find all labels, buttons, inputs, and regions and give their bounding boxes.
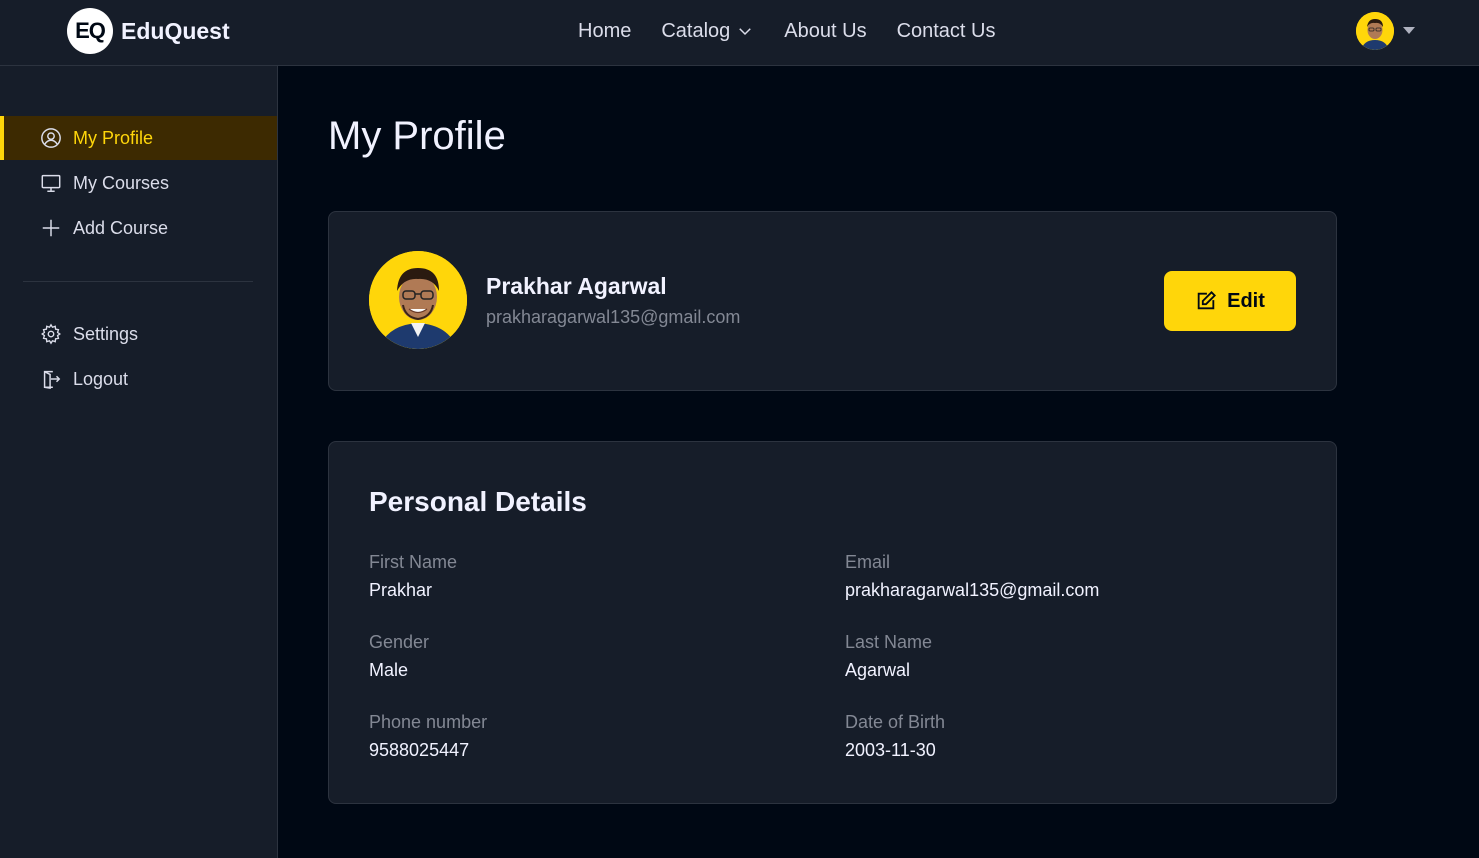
brand-name: EduQuest [121,17,230,44]
personal-details-card: Personal Details First Name Prakhar Emai… [328,441,1337,804]
field-value: 2003-11-30 [845,740,936,760]
sidebar-item-label: Logout [73,368,129,389]
nav-catalog-link[interactable]: Catalog [661,20,754,43]
user-circle-icon [39,126,63,150]
logo-mark: EQ [67,8,113,54]
sidebar-item-label: My Profile [73,127,154,148]
edit-icon [1197,290,1217,310]
gender-field: Gender Male [369,632,429,681]
user-avatar[interactable] [1356,12,1394,50]
plus-icon [39,216,63,240]
profile-email: prakharagarwal135@gmail.com [486,307,741,327]
field-value: prakharagarwal135@gmail.com [845,580,1100,600]
field-value: Male [369,660,409,680]
gear-icon [39,322,63,346]
personal-details-title: Personal Details [369,486,587,517]
brand-logo[interactable]: EQ EduQuest [67,8,230,54]
sidebar-item-settings[interactable]: Settings [0,312,277,356]
avatar-image [369,251,467,349]
sidebar-item-my-courses[interactable]: My Courses [0,161,277,205]
profile-card: Prakhar Agarwal prakharagarwal135@gmail.… [328,211,1337,391]
field-value: Agarwal [845,660,911,680]
avatar-image [1356,12,1394,50]
profile-avatar [369,251,467,349]
sidebar-item-add-course[interactable]: Add Course [0,206,277,250]
monitor-icon [39,171,63,195]
field-label: Date of Birth [845,712,946,732]
main-nav: Home Catalog About Us Contact Us [578,17,996,45]
field-label: Email [845,552,891,572]
sidebar-item-label: My Courses [73,172,170,193]
sidebar-item-logout[interactable]: Logout [0,357,277,401]
chevron-down-icon [739,28,752,36]
sidebar: My Profile My Courses Add Course Setting… [0,66,278,858]
sidebar-divider [23,281,253,282]
top-navbar: EQ EduQuest Home Catalog About Us Contac… [0,0,1479,66]
caret-down-icon[interactable] [1402,25,1416,35]
sidebar-item-my-profile[interactable]: My Profile [0,116,277,160]
field-label: Phone number [369,712,488,732]
phone-number-field: Phone number 9588025447 [369,712,487,761]
nav-about-link[interactable]: About Us [784,20,866,43]
field-value: 9588025447 [369,740,470,760]
first-name-field: First Name Prakhar [369,552,457,601]
page-title: My Profile [328,114,506,158]
sidebar-item-label: Add Course [73,217,169,238]
logout-icon [39,367,63,391]
nav-home-link[interactable]: Home [578,20,631,43]
nav-catalog-label: Catalog [661,19,731,42]
profile-name: Prakhar Agarwal [486,273,667,299]
field-value: Prakhar [369,580,433,600]
edit-profile-button[interactable]: Edit [1164,271,1296,331]
field-label: Last Name [845,632,933,652]
field-label: First Name [369,552,458,572]
date-of-birth-field: Date of Birth 2003-11-30 [845,712,945,761]
nav-contact-link[interactable]: Contact Us [897,20,996,43]
sidebar-item-label: Settings [73,323,139,344]
last-name-field: Last Name Agarwal [845,632,932,681]
field-label: Gender [369,632,430,652]
email-field: Email prakharagarwal135@gmail.com [845,552,1099,601]
edit-button-label: Edit [1227,289,1265,312]
